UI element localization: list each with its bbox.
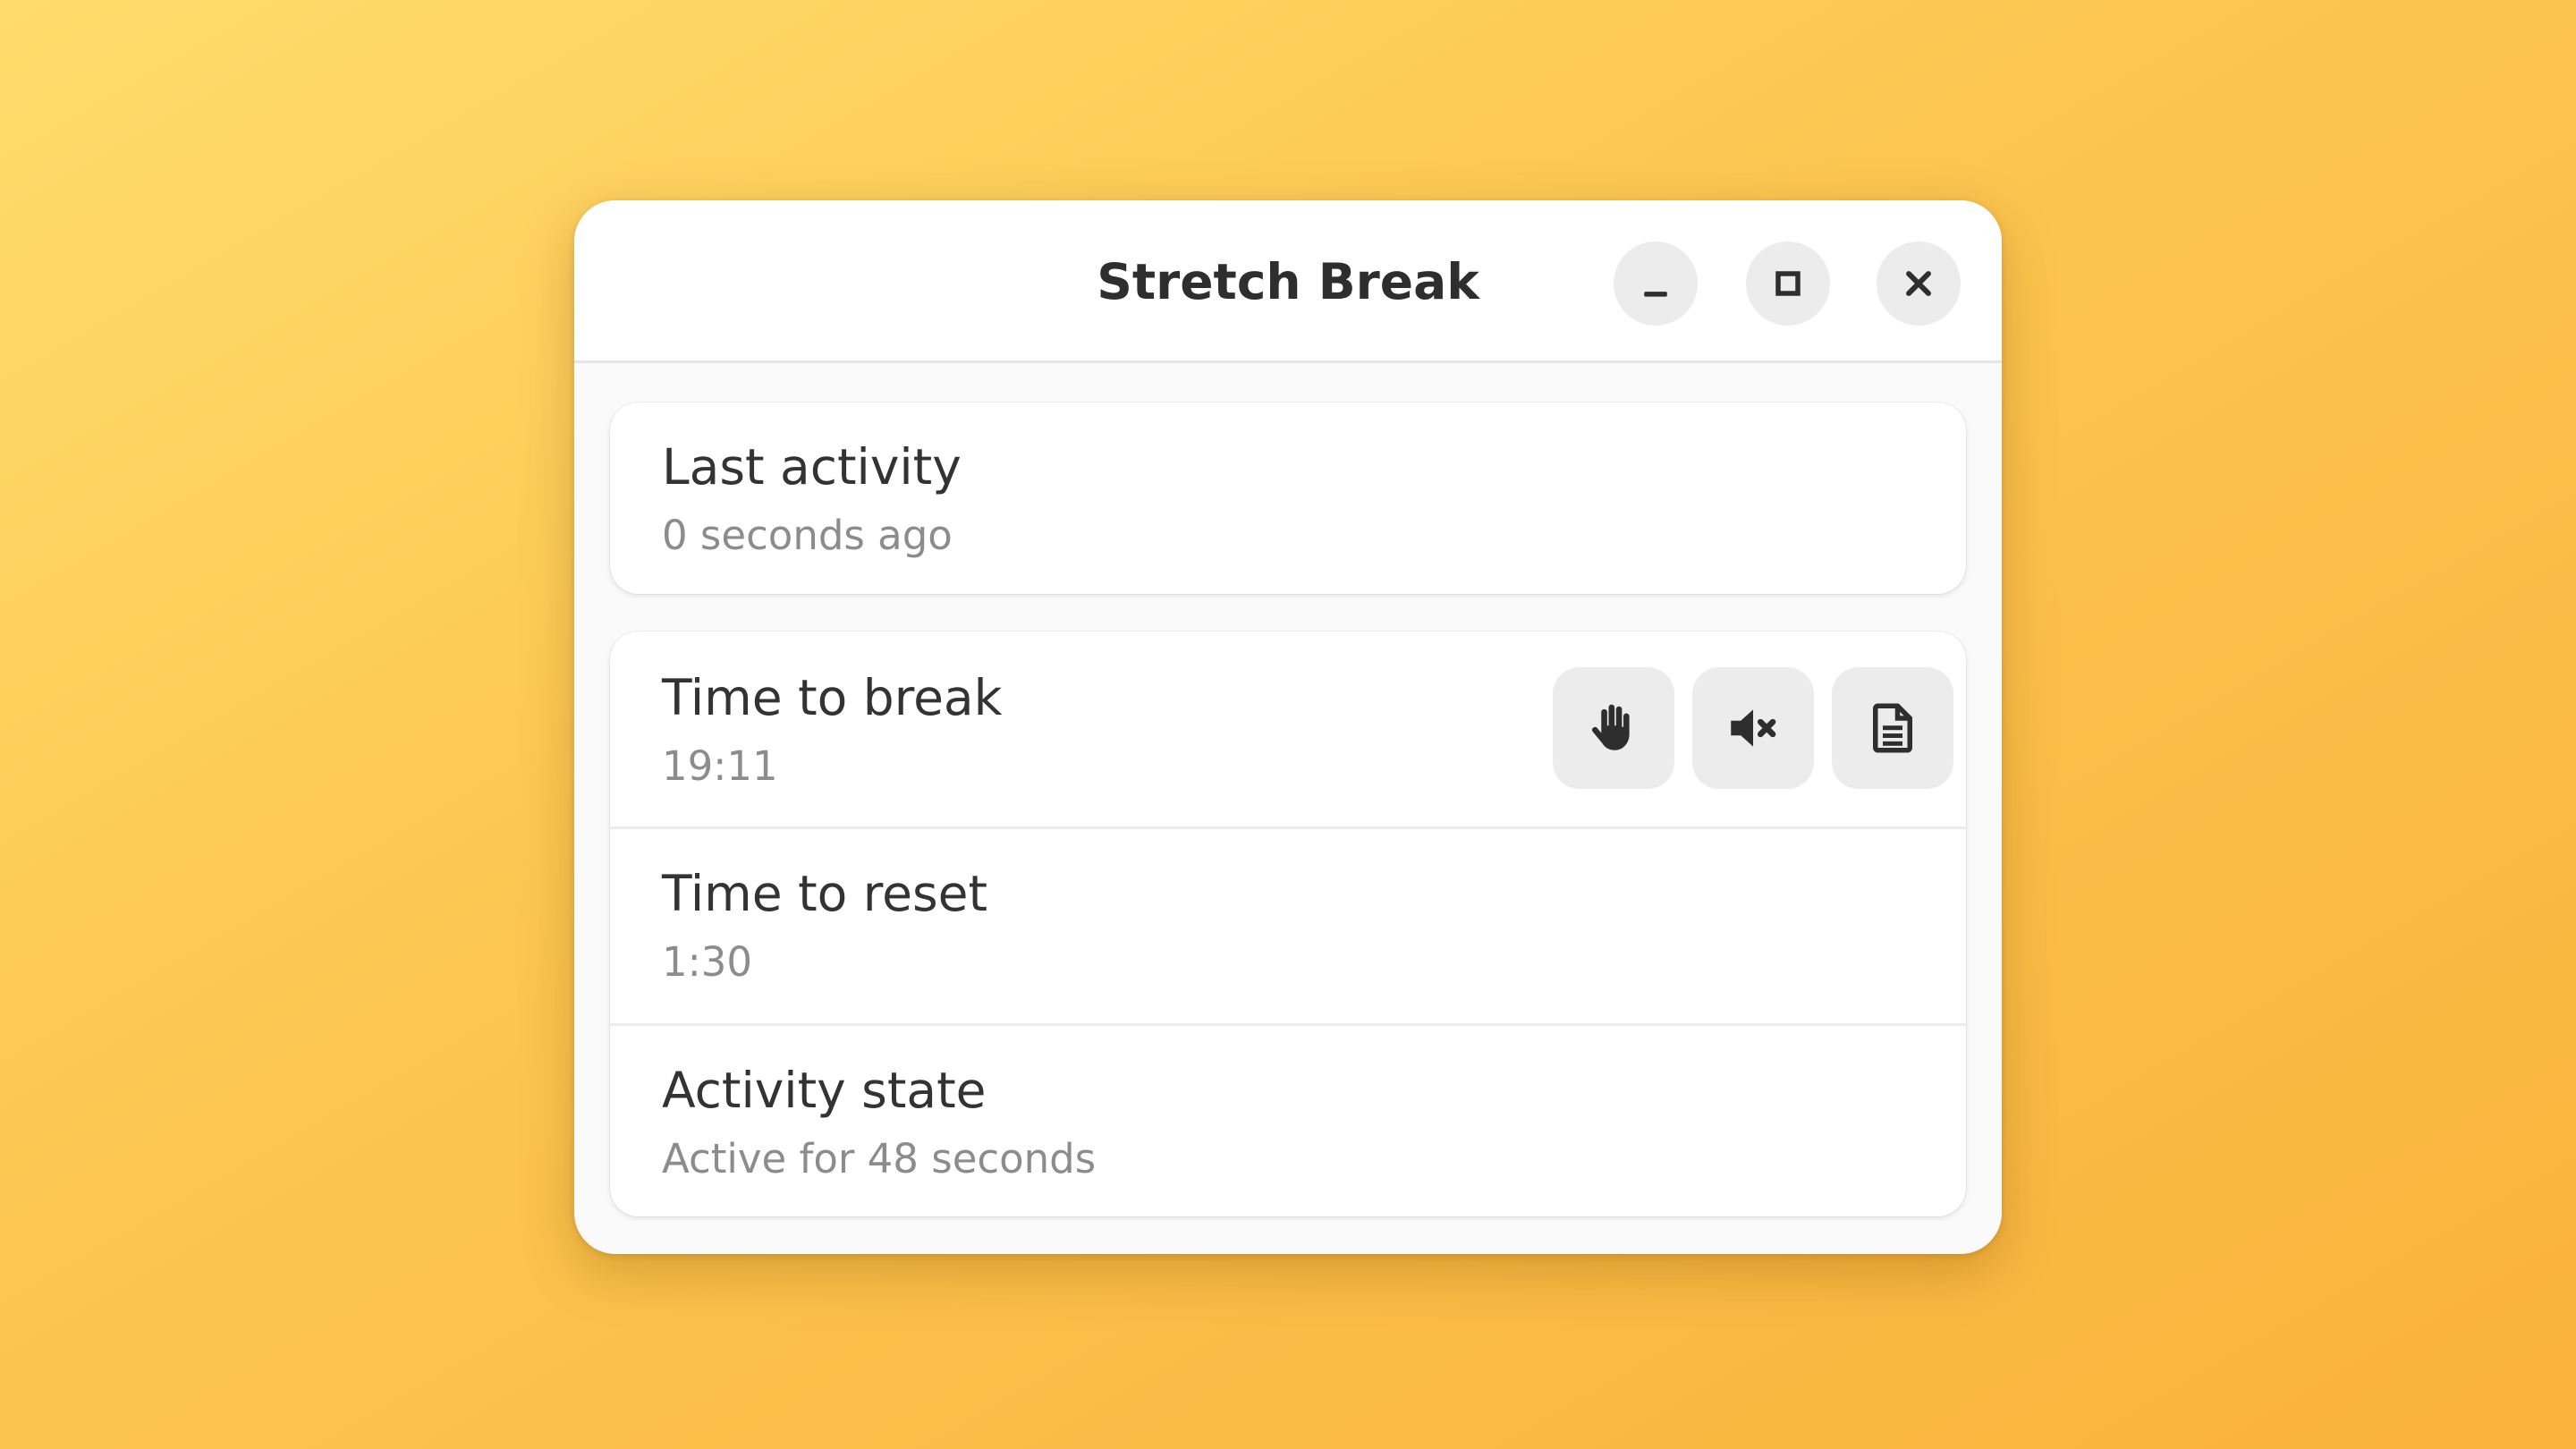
- activity-state-row: Activity state Active for 48 seconds: [610, 1023, 1966, 1216]
- header-bar[interactable]: Stretch Break: [574, 200, 2002, 363]
- last-activity-card: Last activity 0 seconds ago: [610, 402, 1966, 594]
- time-to-break-row: Time to break 19:11: [610, 631, 1966, 826]
- mute-icon: [1731, 709, 1776, 747]
- activity-state-label: Activity state: [662, 1062, 987, 1119]
- time-to-reset-value: 1:30: [662, 938, 753, 986]
- log-button[interactable]: [1832, 667, 1953, 789]
- minimize-icon: [1644, 292, 1667, 297]
- time-to-break-value: 19:11: [662, 742, 778, 790]
- last-activity-label: Last activity: [662, 438, 962, 496]
- time-to-reset-label: Time to reset: [662, 865, 988, 922]
- close-icon: [1906, 271, 1931, 296]
- stretch-break-window: Stretch Break Last activity 0 seconds ag…: [574, 200, 2002, 1254]
- mute-button[interactable]: [1692, 667, 1814, 789]
- last-activity-row: Last activity 0 seconds ago: [610, 402, 1966, 594]
- time-to-break-label: Time to break: [662, 669, 1003, 726]
- hand-icon: [1592, 704, 1630, 750]
- time-to-reset-row: Time to reset 1:30: [610, 826, 1966, 1023]
- last-activity-value: 0 seconds ago: [662, 512, 953, 559]
- maximize-button[interactable]: [1746, 242, 1830, 326]
- activity-state-value: Active for 48 seconds: [662, 1135, 1097, 1182]
- document-icon: [1873, 703, 1912, 753]
- minimize-button[interactable]: [1614, 242, 1698, 326]
- timers-card: Time to break 19:11 Time to reset 1:30 A…: [610, 631, 1966, 1216]
- close-button[interactable]: [1877, 242, 1961, 326]
- maximize-icon: [1775, 271, 1801, 296]
- take-break-button[interactable]: [1553, 667, 1674, 789]
